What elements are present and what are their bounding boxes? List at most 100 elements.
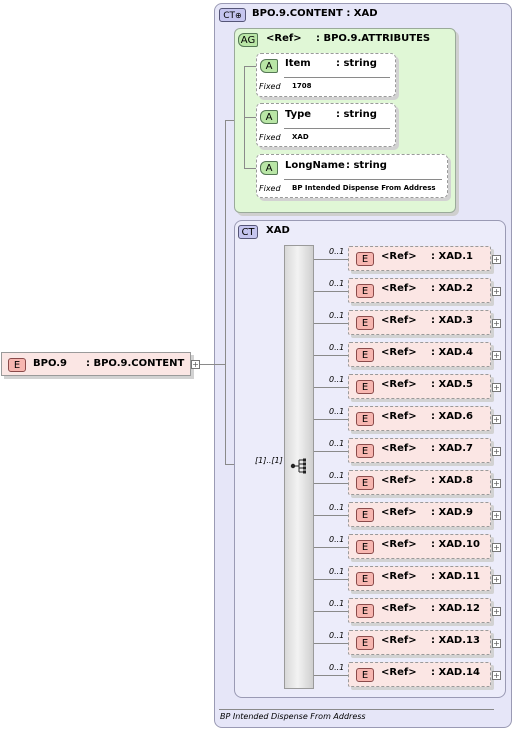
expand-toggle[interactable]: + (492, 639, 501, 648)
element-ref: <Ref> (381, 571, 417, 582)
connector (314, 451, 348, 452)
root-element-box[interactable]: E BPO.9 : BPO.9.CONTENT (1, 352, 191, 376)
element-name: : XAD.14 (431, 667, 480, 678)
connector (314, 259, 348, 260)
element-ref: <Ref> (381, 443, 417, 454)
sequence-icon (290, 458, 308, 474)
content-type-title: BPO.9.CONTENT : XAD (252, 8, 378, 19)
sequence-occurrence: [1]..[1] (255, 456, 283, 465)
element-name: : XAD.1 (431, 251, 473, 262)
element-occurrence: 0..1 (329, 279, 345, 288)
expand-toggle[interactable]: + (492, 287, 501, 296)
attribute-badge: A (260, 161, 278, 175)
element-name: : XAD.11 (431, 571, 480, 582)
element-occurrence: 0..1 (329, 663, 345, 672)
attribute-group-ref: <Ref> (266, 33, 302, 44)
element-occurrence: 0..1 (329, 407, 345, 416)
fixed-value: 1708 (292, 82, 312, 90)
expand-toggle[interactable]: + (492, 607, 501, 616)
root-expand-toggle[interactable]: + (191, 360, 200, 369)
root-element-name: BPO.9 (33, 358, 67, 369)
expand-toggle[interactable]: + (492, 319, 501, 328)
fixed-label: Fixed (259, 82, 281, 91)
element-occurrence: 0..1 (329, 567, 345, 576)
element-occurrence: 0..1 (329, 343, 345, 352)
connector (244, 117, 256, 118)
element-name: : XAD.13 (431, 635, 480, 646)
element-badge: E (356, 668, 374, 682)
element-occurrence: 0..1 (329, 599, 345, 608)
element-ref: <Ref> (381, 283, 417, 294)
complex-type-badge: CT (238, 225, 258, 239)
connector (244, 66, 256, 67)
expand-toggle[interactable]: + (492, 255, 501, 264)
divider (219, 709, 494, 710)
connector (214, 364, 225, 365)
element-name: : XAD.8 (431, 475, 473, 486)
connector (314, 643, 348, 644)
element-badge: E (356, 412, 374, 426)
expand-toggle[interactable]: + (492, 415, 501, 424)
connector (314, 579, 348, 580)
connector (314, 419, 348, 420)
attribute-name: Item (285, 58, 311, 69)
attribute-name: LongName (285, 160, 345, 171)
element-name: : XAD.4 (431, 347, 473, 358)
element-ref: <Ref> (381, 315, 417, 326)
element-badge: E (356, 540, 374, 554)
element-badge: E (8, 358, 26, 372)
connector (225, 120, 226, 464)
element-badge: E (356, 508, 374, 522)
attribute-group-name: : BPO.9.ATTRIBUTES (316, 33, 431, 44)
element-occurrence: 0..1 (329, 535, 345, 544)
element-badge: E (356, 380, 374, 394)
expand-toggle[interactable]: + (492, 383, 501, 392)
inner-type-name: XAD (266, 225, 290, 236)
element-occurrence: 0..1 (329, 471, 345, 480)
element-badge: E (356, 636, 374, 650)
expand-toggle[interactable]: + (492, 575, 501, 584)
attribute-type: : string (346, 160, 387, 171)
connector (244, 168, 256, 169)
complex-type-badge: CT⊕ (219, 8, 246, 22)
element-occurrence: 0..1 (329, 631, 345, 640)
fixed-value: BP Intended Dispense From Address (292, 184, 436, 192)
divider (284, 77, 390, 78)
connector (200, 364, 214, 365)
element-ref: <Ref> (381, 475, 417, 486)
connector (314, 547, 348, 548)
connector (314, 483, 348, 484)
expand-toggle[interactable]: + (492, 511, 501, 520)
connector (314, 611, 348, 612)
element-name: : XAD.12 (431, 603, 480, 614)
element-occurrence: 0..1 (329, 503, 345, 512)
expand-toggle[interactable]: + (492, 671, 501, 680)
expand-toggle[interactable]: + (492, 351, 501, 360)
element-occurrence: 0..1 (329, 439, 345, 448)
element-name: : XAD.6 (431, 411, 473, 422)
element-occurrence: 0..1 (329, 375, 345, 384)
attribute-badge: A (260, 59, 278, 73)
attribute-type: : string (336, 109, 377, 120)
root-element-type: : BPO.9.CONTENT (86, 358, 185, 369)
connector (314, 675, 348, 676)
attribute-type: : string (336, 58, 377, 69)
element-name: : XAD.3 (431, 315, 473, 326)
expand-toggle[interactable]: + (492, 447, 501, 456)
attribute-name: Type (285, 109, 312, 120)
element-ref: <Ref> (381, 379, 417, 390)
plus-icon: ⊕ (235, 11, 242, 20)
element-ref: <Ref> (381, 667, 417, 678)
expand-toggle[interactable]: + (492, 543, 501, 552)
expand-toggle[interactable]: + (492, 479, 501, 488)
element-badge: E (356, 572, 374, 586)
element-badge: E (356, 316, 374, 330)
element-badge: E (356, 348, 374, 362)
attribute-badge: A (260, 110, 278, 124)
element-ref: <Ref> (381, 507, 417, 518)
connector (314, 515, 348, 516)
element-name: : XAD.2 (431, 283, 473, 294)
content-type-footer: BP Intended Dispense From Address (220, 712, 366, 721)
element-badge: E (356, 444, 374, 458)
connector (314, 355, 348, 356)
